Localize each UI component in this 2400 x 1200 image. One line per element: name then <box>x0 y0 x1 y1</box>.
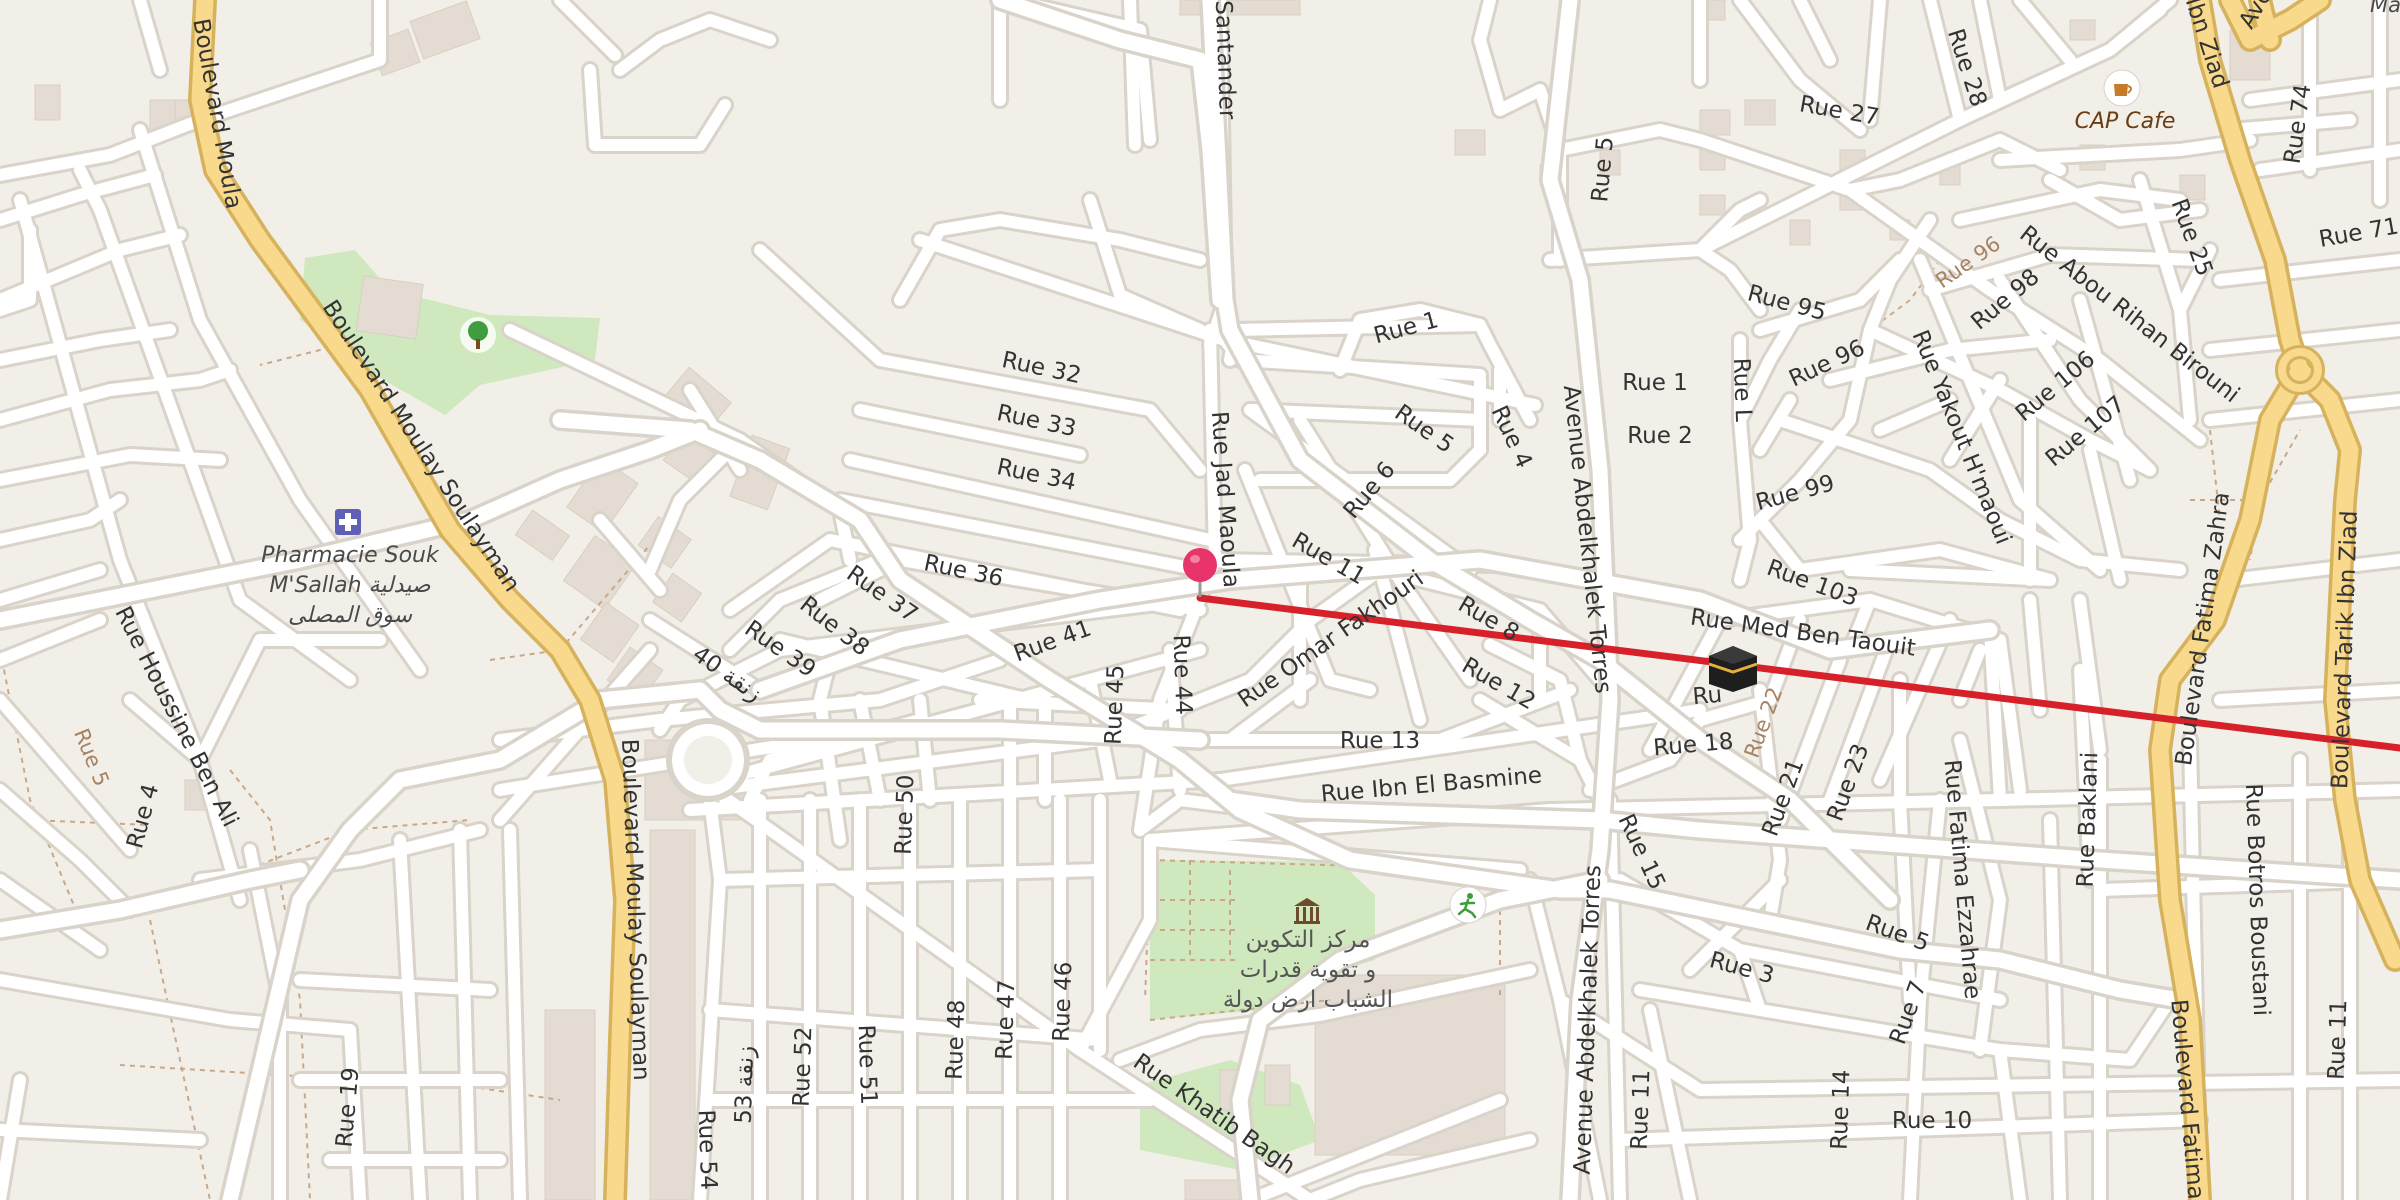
map-canvas[interactable]: Boulevard Moula Boulevard Moulay Soulaym… <box>0 0 2400 1200</box>
label-rue-baklani: Rue Baklani <box>2073 752 2104 888</box>
label-rue-11-bottom: Rue 11 <box>1627 1069 1656 1150</box>
label-rue-45: Rue 45 <box>1101 664 1130 745</box>
sports-icon[interactable] <box>1449 886 1487 924</box>
pharmacy-label-2: M'Sallah صيدلية <box>269 573 430 598</box>
label-rue-54: Rue 54 <box>693 1109 722 1190</box>
label-rue-10: Rue 10 <box>1892 1108 1972 1134</box>
label-rue-13: Rue 13 <box>1340 728 1420 754</box>
tree-icon[interactable] <box>460 317 496 353</box>
label-rue-44: Rue 44 <box>1168 634 1197 715</box>
label-rue-l: Rue L <box>1728 357 1756 422</box>
label-rue-11-right: Rue 11 <box>2324 999 2353 1080</box>
centre-label-2: و تقوية قدرات <box>1240 957 1377 983</box>
centre-label-3: الشباب ارض دولة <box>1223 987 1393 1013</box>
label-rue-52: Rue 52 <box>789 1026 818 1107</box>
cafe-icon <box>2103 69 2141 107</box>
pharmacy-icon <box>335 509 361 535</box>
roundabout <box>666 718 750 802</box>
label-rue-1-b: Rue 1 <box>1622 370 1688 396</box>
pharmacy-label-1: Pharmacie Souk <box>261 543 440 568</box>
label-rue-48: Rue 48 <box>942 999 971 1080</box>
label-santander: Santander <box>1210 0 1240 120</box>
pharmacy-label-3: سوق المصلى <box>288 603 413 628</box>
centre-label-1: مركز التكوين <box>1246 927 1371 953</box>
label-rue-53: زنقة 53 <box>731 1045 760 1124</box>
masjid-label: Masjd <box>2370 0 2400 17</box>
cafe-label: CAP Cafe <box>2075 109 2176 134</box>
label-rue-46: Rue 46 <box>1049 961 1078 1042</box>
label-rue-47: Rue 47 <box>992 979 1021 1060</box>
label-rue-50: Rue 50 <box>891 774 920 855</box>
label-rue-51: Rue 51 <box>853 1024 882 1105</box>
label-rue-2: Rue 2 <box>1627 423 1693 449</box>
label-rue-14: Rue 14 <box>1827 1069 1856 1150</box>
